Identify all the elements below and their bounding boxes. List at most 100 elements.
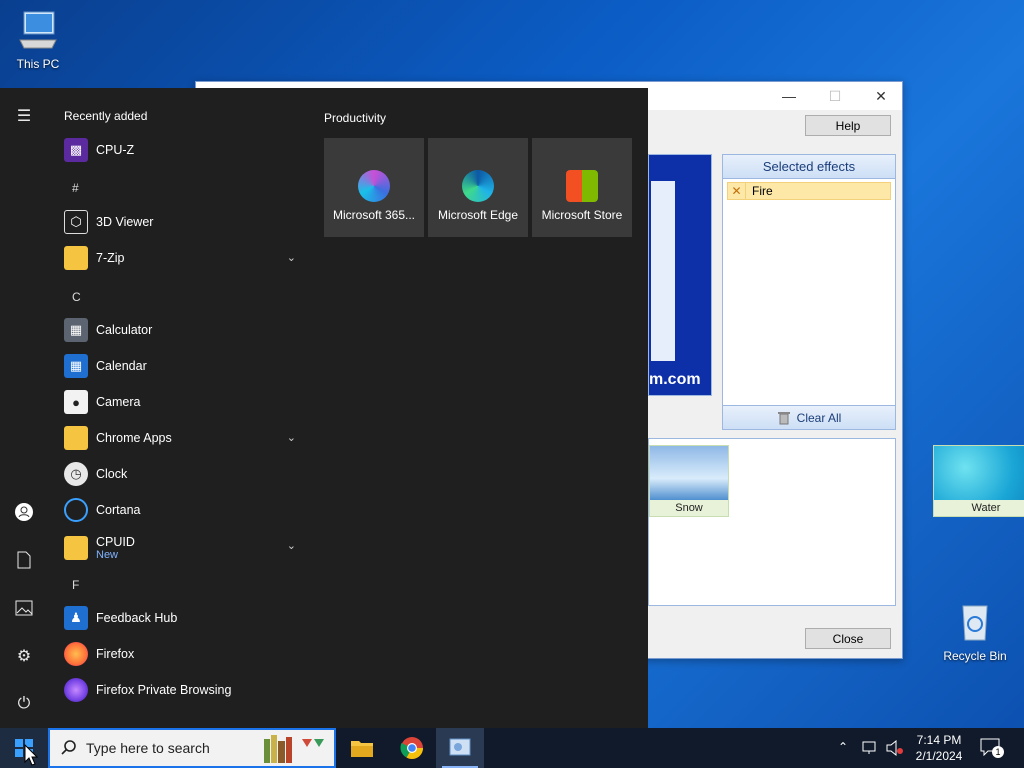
- network-icon[interactable]: [862, 740, 880, 756]
- computer-icon: [19, 11, 57, 49]
- app-firefox-private[interactable]: Firefox Private Browsing: [60, 674, 304, 706]
- action-center-button[interactable]: 1: [980, 738, 1004, 758]
- gallery-item-label: Water: [971, 502, 1001, 514]
- app-camera[interactable]: ● Camera: [60, 386, 304, 418]
- volume-muted-icon[interactable]: [886, 740, 904, 756]
- app-label: Calculator: [96, 323, 153, 337]
- clock-icon: ◷: [64, 462, 88, 486]
- gallery-item-snow[interactable]: Snow: [649, 445, 729, 517]
- folder-icon: [64, 426, 88, 450]
- hamburger-menu-icon[interactable]: ☰: [12, 104, 36, 128]
- cortana-ring-icon: [64, 498, 88, 522]
- tile-microsoft-365[interactable]: Microsoft 365...: [324, 138, 424, 237]
- mouse-cursor-icon: [24, 744, 38, 766]
- new-badge: New: [96, 549, 119, 561]
- maximize-button[interactable]: ☐: [812, 82, 858, 110]
- taskbar-file-explorer[interactable]: [338, 728, 386, 768]
- tile-microsoft-store[interactable]: Microsoft Store: [532, 138, 632, 237]
- taskbar-effects-app[interactable]: [436, 728, 484, 768]
- effects-app-icon: [449, 738, 471, 756]
- letter-header-f[interactable]: F: [72, 578, 79, 592]
- notification-count-badge: 1: [992, 746, 1004, 758]
- app-cortana[interactable]: Cortana: [60, 494, 304, 526]
- app-firefox[interactable]: Firefox: [60, 638, 304, 670]
- desktop-icon-recycle-bin[interactable]: Recycle Bin: [937, 600, 1013, 663]
- desktop-icon-this-pc[interactable]: This PC: [0, 8, 76, 71]
- search-icon: [61, 740, 76, 755]
- taskbar: Type here to search ⌃ 7:14 PM 2/1/2024 1: [0, 728, 1024, 768]
- tile-microsoft-edge[interactable]: Microsoft Edge: [428, 138, 528, 237]
- books-illustration-icon: [264, 735, 324, 763]
- app-chrome-apps[interactable]: Chrome Apps ⌄: [60, 422, 304, 454]
- folder-icon: [64, 246, 88, 270]
- app-label: 3D Viewer: [96, 215, 154, 229]
- tile-label: Microsoft Edge: [437, 208, 519, 222]
- snow-thumbnail: [650, 446, 728, 500]
- start-menu: ☰ ⚙ ⏻ Recently added ▩ CPU-Z # ⬡ 3D View…: [0, 88, 648, 728]
- settings-gear-icon[interactable]: ⚙: [12, 644, 36, 668]
- app-calculator[interactable]: ▦ Calculator: [60, 314, 304, 346]
- letter-header-hash[interactable]: #: [72, 181, 79, 195]
- user-avatar-icon[interactable]: [12, 500, 36, 524]
- start-rail: ☰ ⚙ ⏻: [0, 88, 48, 728]
- calendar-icon: ▦: [64, 354, 88, 378]
- app-label: 7-Zip: [96, 251, 125, 265]
- app-label: Cortana: [96, 503, 141, 517]
- trash-icon: [777, 411, 790, 424]
- folder-icon: [64, 536, 88, 560]
- app-calendar[interactable]: ▦ Calendar: [60, 350, 304, 382]
- app-clock[interactable]: ◷ Clock: [60, 458, 304, 490]
- taskbar-chrome[interactable]: [388, 728, 436, 768]
- effect-preview: m.com: [648, 154, 712, 396]
- store-bag-icon: [566, 170, 598, 202]
- selected-effects-title: Selected effects: [723, 155, 895, 179]
- chevron-down-icon[interactable]: ⌄: [287, 539, 296, 552]
- pictures-icon[interactable]: [12, 596, 36, 620]
- effects-gallery: Snow Water: [648, 438, 1024, 606]
- close-button[interactable]: Close: [805, 628, 891, 649]
- clear-all-button[interactable]: Clear All: [723, 405, 895, 429]
- chevron-down-icon[interactable]: ⌄: [287, 431, 296, 444]
- desktop-icon-label: This PC: [16, 57, 60, 71]
- app-feedback-hub[interactable]: ♟ Feedback Hub: [60, 602, 304, 634]
- search-placeholder: Type here to search: [86, 740, 210, 756]
- feedback-person-icon: ♟: [64, 606, 88, 630]
- microsoft-365-icon: [358, 170, 390, 202]
- app-label: Feedback Hub: [96, 611, 178, 625]
- selected-effect-item[interactable]: ✕ Fire: [727, 182, 891, 200]
- minimize-button[interactable]: —: [766, 82, 812, 110]
- tile-label: Microsoft 365...: [332, 208, 416, 222]
- taskbar-clock[interactable]: 7:14 PM 2/1/2024: [910, 732, 968, 764]
- gallery-item-water[interactable]: Water: [933, 445, 1024, 517]
- app-label: Firefox: [96, 647, 135, 661]
- taskbar-search-box[interactable]: Type here to search: [48, 728, 336, 768]
- app-label: CPU-Z: [96, 143, 135, 157]
- app-label: Chrome Apps: [96, 431, 172, 445]
- app-cpuid[interactable]: CPUID New ⌄: [60, 530, 304, 566]
- calculator-icon: ▦: [64, 318, 88, 342]
- tile-label: Microsoft Store: [541, 208, 623, 222]
- help-button[interactable]: Help: [805, 115, 891, 136]
- remove-effect-icon[interactable]: ✕: [728, 183, 746, 199]
- documents-icon[interactable]: [12, 548, 36, 572]
- app-label: Clock: [96, 467, 128, 481]
- water-thumbnail: [934, 446, 1024, 500]
- firefox-icon: [64, 642, 88, 666]
- cube-icon: ⬡: [64, 210, 88, 234]
- firefox-private-icon: [64, 678, 88, 702]
- chevron-down-icon[interactable]: ⌄: [287, 251, 296, 264]
- productivity-title: Productivity: [324, 111, 387, 125]
- power-icon[interactable]: ⏻: [12, 692, 36, 716]
- app-3d-viewer[interactable]: ⬡ 3D Viewer: [60, 206, 304, 238]
- letter-header-c[interactable]: C: [72, 290, 81, 304]
- app-cpu-z[interactable]: ▩ CPU-Z: [60, 134, 304, 166]
- app-7-zip[interactable]: 7-Zip ⌄: [60, 242, 304, 274]
- preview-watermark: m.com: [649, 371, 701, 388]
- app-label: Camera: [96, 395, 141, 409]
- recently-added-title: Recently added: [64, 109, 148, 123]
- show-hidden-icons-chevron[interactable]: ⌃: [838, 740, 848, 754]
- selected-effects-panel: Selected effects ✕ Fire Clear All: [722, 154, 896, 430]
- clock-time: 7:14 PM: [916, 733, 962, 747]
- close-window-button[interactable]: ✕: [858, 82, 904, 110]
- chrome-icon: [400, 737, 423, 759]
